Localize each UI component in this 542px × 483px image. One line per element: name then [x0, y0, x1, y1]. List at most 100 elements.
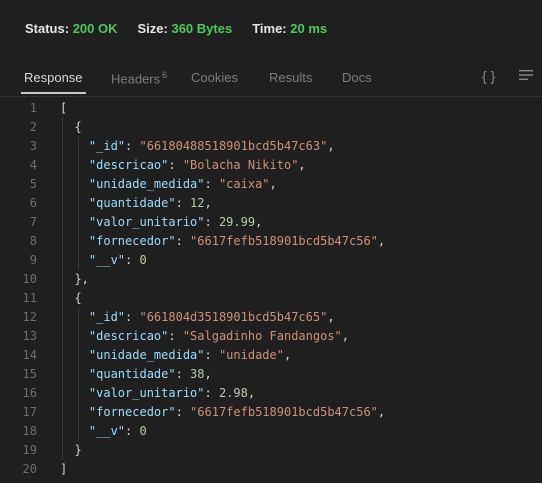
json-punctuation: [ — [60, 101, 68, 115]
json-string: "6617fefb518901bcd5b47c56" — [190, 234, 378, 248]
status-value: 200 OK — [72, 20, 118, 36]
code-text: } — [60, 441, 82, 460]
tab-cookies[interactable]: Cookies — [191, 70, 238, 85]
status-stat: Status: 200 OK — [25, 21, 118, 36]
json-punctuation: : — [125, 253, 140, 267]
json-punctuation: , — [377, 405, 386, 419]
json-key: "__v" — [60, 253, 126, 267]
size-value: 360 Bytes — [171, 20, 233, 36]
json-punctuation: : — [204, 215, 219, 229]
line-number: 3 — [29, 139, 37, 153]
time-stat: Time: 20 ms — [252, 21, 327, 36]
json-key: "fornecedor" — [60, 405, 176, 419]
json-number: 0 — [139, 424, 147, 438]
code-line: 12 "_id": "661804d3518901bcd5b47c65", — [0, 308, 542, 327]
code-text: { — [60, 289, 82, 308]
tab-results[interactable]: Results — [269, 70, 312, 85]
line-number: 16 — [22, 386, 37, 400]
json-punctuation: : — [204, 177, 219, 191]
json-punctuation: : — [168, 158, 183, 172]
json-number: 2.98 — [218, 386, 248, 400]
tab-headers[interactable]: Headers 6 — [111, 70, 167, 86]
json-punctuation: { — [60, 291, 82, 305]
code-text: "valor_unitario": 29.99, — [60, 213, 262, 232]
code-line: 16 "valor_unitario": 2.98, — [0, 384, 542, 403]
json-punctuation: : — [125, 310, 140, 324]
code-line: 1[ — [0, 99, 542, 118]
line-number: 15 — [22, 367, 37, 381]
braces-icon[interactable]: { } — [482, 68, 495, 84]
code-text: "descricao": "Bolacha Nikito", — [60, 156, 306, 175]
code-text: ] — [60, 460, 67, 479]
code-line: 10 }, — [0, 270, 542, 289]
code-text: "descricao": "Salgadinho Fandangos", — [60, 327, 349, 346]
line-number: 20 — [22, 462, 37, 476]
time-value: 20 ms — [290, 20, 328, 36]
code-text: }, — [60, 270, 89, 289]
code-line: 9 "__v": 0 — [0, 251, 542, 270]
json-punctuation: , — [247, 386, 256, 400]
json-punctuation: : — [204, 348, 219, 362]
size-label: Size: — [137, 20, 168, 36]
code-line: 3 "_id": "66180488518901bcd5b47c63", — [0, 137, 542, 156]
code-text: "__v": 0 — [60, 251, 147, 270]
line-number: 13 — [22, 329, 37, 343]
json-punctuation: , — [377, 234, 386, 248]
json-key: "__v" — [60, 424, 126, 438]
line-number: 11 — [22, 291, 37, 305]
json-key: "fornecedor" — [60, 234, 176, 248]
response-status-bar: Status: 200 OK Size: 360 Bytes Time: 20 … — [0, 0, 542, 56]
json-punctuation: , — [327, 139, 335, 153]
json-string: "Bolacha Nikito" — [182, 158, 299, 172]
line-number: 4 — [29, 158, 37, 172]
menu-lines-icon[interactable] — [518, 68, 534, 82]
line-number: 2 — [29, 120, 37, 134]
line-number: 1 — [29, 101, 37, 115]
json-punctuation: , — [255, 215, 263, 229]
headers-count-badge: 6 — [162, 70, 168, 80]
json-key: "unidade_medida" — [60, 177, 205, 191]
json-string: "caixa" — [218, 177, 270, 191]
json-key: "descricao" — [60, 158, 169, 172]
json-punctuation: }, — [60, 272, 89, 286]
line-number: 9 — [29, 253, 37, 267]
code-line: 17 "fornecedor": "6617fefb518901bcd5b47c… — [0, 403, 542, 422]
line-number: 14 — [22, 348, 37, 362]
json-string: "unidade" — [218, 348, 284, 362]
json-punctuation: : — [175, 234, 191, 248]
json-number: 38 — [190, 367, 205, 381]
tab-docs[interactable]: Docs — [342, 70, 372, 85]
tab-response[interactable]: Response — [21, 70, 86, 94]
code-text: "quantidade": 38, — [60, 365, 212, 384]
json-punctuation: } — [60, 443, 82, 457]
json-string: "661804d3518901bcd5b47c65" — [139, 310, 328, 324]
code-line: 2 { — [0, 118, 542, 137]
json-string: "66180488518901bcd5b47c63" — [139, 139, 328, 153]
tab-headers-label: Headers — [111, 71, 161, 87]
json-number: 12 — [190, 196, 205, 210]
line-number: 17 — [22, 405, 37, 419]
code-line: 7 "valor_unitario": 29.99, — [0, 213, 542, 232]
code-line: 6 "quantidade": 12, — [0, 194, 542, 213]
line-number: 8 — [29, 234, 37, 248]
code-line: 5 "unidade_medida": "caixa", — [0, 175, 542, 194]
code-text: "__v": 0 — [60, 422, 147, 441]
response-body-editor[interactable]: 1[2 {3 "_id": "66180488518901bcd5b47c63"… — [0, 99, 542, 479]
code-text: "_id": "661804d3518901bcd5b47c65", — [60, 308, 335, 327]
code-text: "_id": "66180488518901bcd5b47c63", — [60, 137, 335, 156]
code-text: "fornecedor": "6617fefb518901bcd5b47c56"… — [60, 232, 385, 251]
json-string: "Salgadinho Fandangos" — [182, 329, 342, 343]
line-number: 6 — [29, 196, 37, 210]
code-text: { — [60, 118, 82, 137]
json-punctuation: { — [60, 120, 82, 134]
code-line: 18 "__v": 0 — [0, 422, 542, 441]
line-number: 5 — [29, 177, 37, 191]
json-punctuation: : — [175, 367, 191, 381]
json-punctuation: , — [283, 348, 292, 362]
json-punctuation: , — [204, 196, 212, 210]
json-punctuation: : — [125, 139, 140, 153]
code-text: "valor_unitario": 2.98, — [60, 384, 255, 403]
code-line: 20] — [0, 460, 542, 479]
code-line: 8 "fornecedor": "6617fefb518901bcd5b47c5… — [0, 232, 542, 251]
json-punctuation: , — [298, 158, 306, 172]
